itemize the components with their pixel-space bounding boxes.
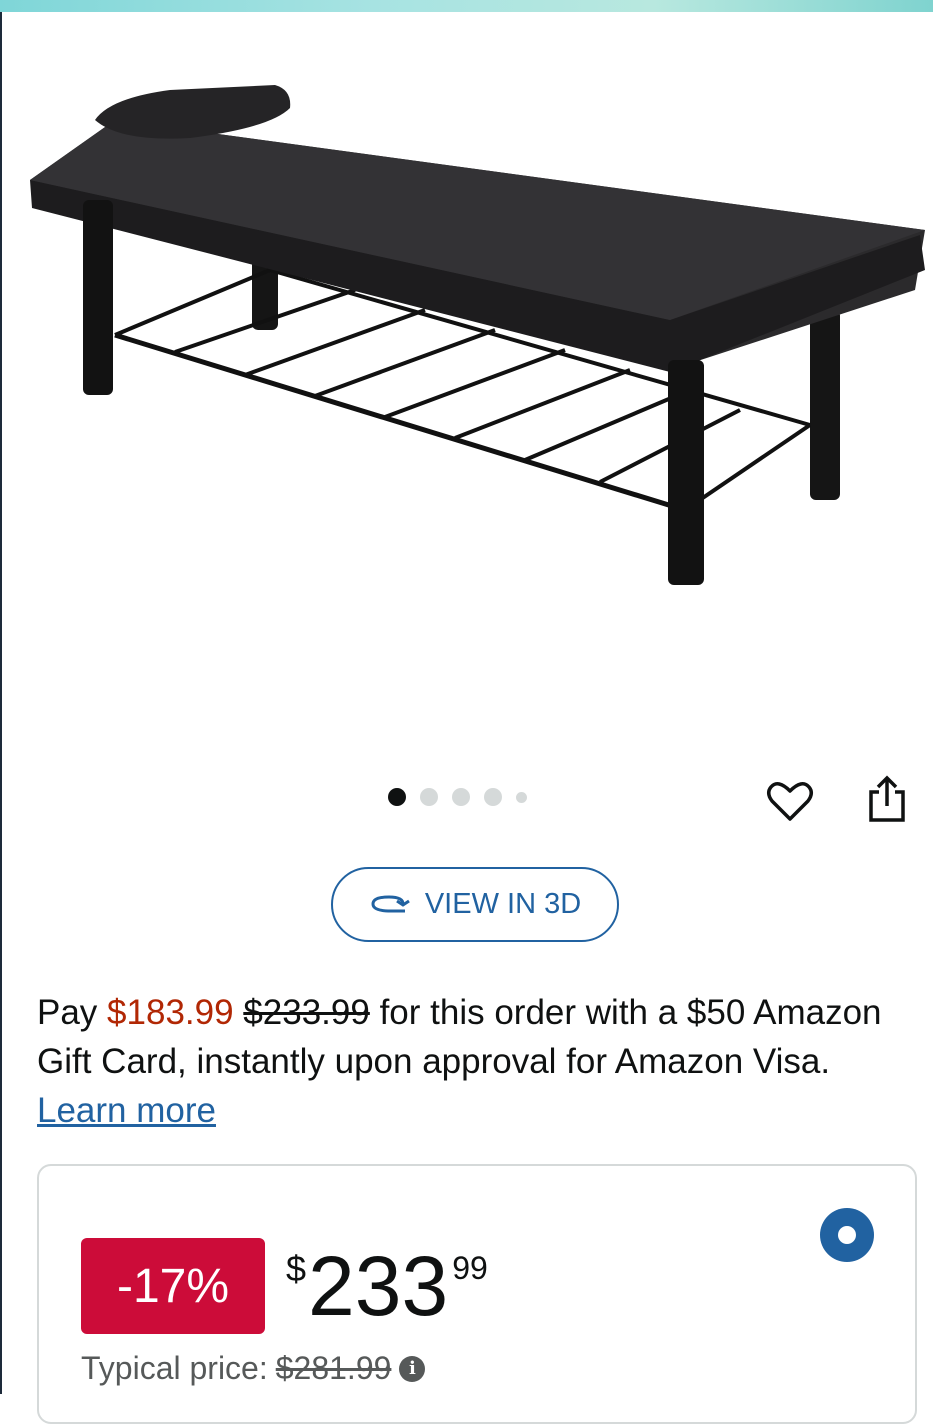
- credit-card-offer: Pay $183.99 $233.99 for this order with …: [37, 988, 897, 1135]
- share-icon[interactable]: [862, 774, 912, 824]
- typical-price-value: $281.99: [275, 1350, 392, 1386]
- price-currency: $: [286, 1248, 307, 1289]
- view-in-3d-label: VIEW IN 3D: [424, 888, 582, 920]
- heart-icon[interactable]: [765, 776, 815, 826]
- image-carousel-dots[interactable]: [388, 788, 527, 806]
- discount-badge: -17%: [81, 1238, 265, 1334]
- typical-price: Typical price: $281.99 i: [81, 1350, 426, 1387]
- price-whole: 233: [308, 1239, 449, 1333]
- offer-pay: Pay: [37, 993, 98, 1032]
- product-image[interactable]: [20, 80, 930, 600]
- top-color-band: [0, 0, 933, 12]
- selected-radio-button[interactable]: [820, 1208, 874, 1262]
- view-in-3d-button[interactable]: VIEW IN 3D: [331, 867, 619, 942]
- offer-promo-price: $183.99: [107, 993, 234, 1032]
- typical-price-label: Typical price:: [81, 1350, 268, 1386]
- carousel-dot[interactable]: [484, 788, 502, 806]
- current-price: $ 233 99: [286, 1238, 488, 1334]
- carousel-dot[interactable]: [452, 788, 470, 806]
- window-edge: [0, 12, 2, 1394]
- offer-original-price: $233.99: [243, 993, 370, 1032]
- carousel-dot[interactable]: [388, 788, 406, 806]
- rotate-3d-icon: [371, 894, 410, 912]
- price-option-card[interactable]: -17% $ 233 99 Typical price: $281.99 i: [37, 1164, 917, 1424]
- price-fraction: 99: [452, 1250, 488, 1286]
- carousel-dot[interactable]: [420, 788, 438, 806]
- carousel-dot[interactable]: [516, 791, 527, 803]
- learn-more-link[interactable]: Learn more: [37, 1091, 216, 1130]
- info-icon[interactable]: i: [399, 1355, 426, 1382]
